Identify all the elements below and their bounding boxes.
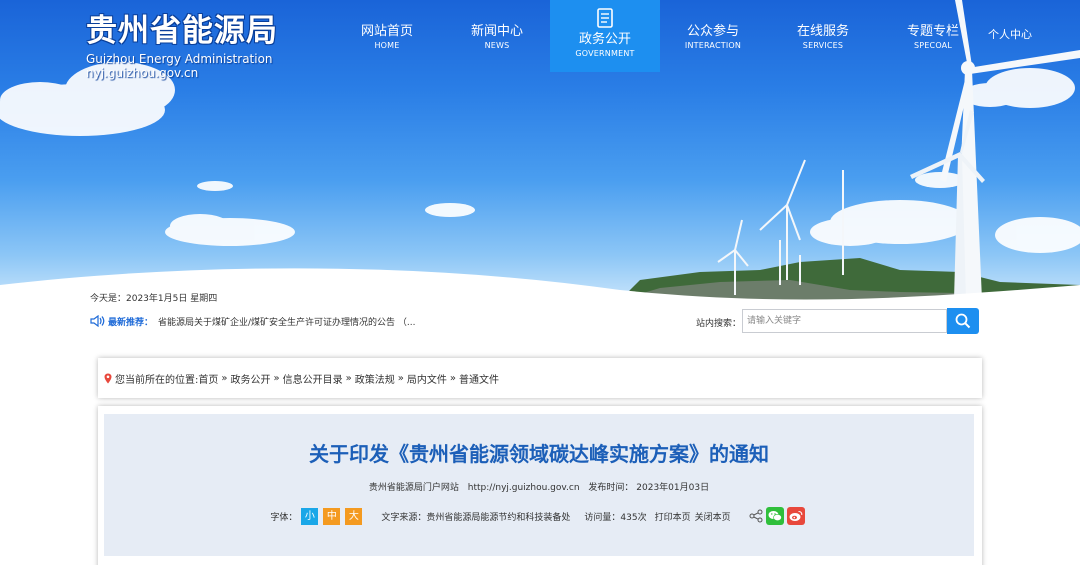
breadcrumb-home[interactable]: 首页 — [198, 371, 218, 386]
print-page-link[interactable]: 打印本页 — [655, 510, 691, 523]
speaker-icon — [90, 315, 105, 327]
publisher: 贵州省能源局门户网站 — [368, 483, 459, 493]
latest-recommend: 最新推荐： 省能源局关于煤矿企业/煤矿安全生产许可证办理情况的公告 （... — [90, 313, 416, 329]
font-size-label: 字体： — [270, 512, 298, 523]
article-source: 文字来源：贵州省能源局能源节约和科技装备处 — [381, 512, 571, 523]
today-date: 今天是：2023年1月5日 星期四 — [90, 294, 218, 304]
breadcrumb-info-catalog[interactable]: 信息公开目录 — [283, 371, 343, 386]
article-tools: 字体： 小 中 大 文字来源：贵州省能源局能源节约和科技装备处 访问量：435次… — [104, 506, 974, 526]
font-medium-button[interactable]: 中 — [323, 507, 341, 525]
nav-item-services[interactable]: 在线服务 SERVICES — [768, 0, 878, 72]
search-button[interactable] — [947, 308, 979, 334]
breadcrumb-separator: » — [449, 372, 456, 384]
main-nav: 网站首页 HOME 新闻中心 NEWS 政务公开 GOVERNMENT 公众参与… — [0, 0, 1080, 72]
personal-center-link[interactable]: 个人中心 — [988, 26, 1032, 42]
breadcrumb-internal-docs[interactable]: 局内文件 — [407, 371, 447, 386]
nav-label-cn: 在线服务 — [796, 24, 849, 39]
nav-label-en: INTERACTION — [684, 41, 742, 50]
nav-item-special[interactable]: 专题专栏 SPECOAL — [878, 0, 988, 72]
recommend-link[interactable]: 省能源局关于煤矿企业/煤矿安全生产许可证办理情况的公告 （... — [158, 315, 415, 328]
wechat-icon — [768, 511, 782, 522]
breadcrumb-policy[interactable]: 政策法规 — [355, 371, 395, 386]
nav-label-en: SERVICES — [802, 41, 844, 50]
breadcrumb-separator: » — [221, 372, 228, 384]
weibo-share-button[interactable] — [786, 507, 805, 525]
article-title: 关于印发《贵州省能源领域碳达峰实施方案》的通知 — [309, 442, 769, 466]
location-pin-icon — [104, 373, 112, 383]
publisher-url: http://nyj.guizhou.gov.cn — [467, 483, 580, 493]
article-publish-info: 贵州省能源局门户网站 http://nyj.guizhou.gov.cn 发布时… — [104, 480, 974, 493]
search-label: 站内搜索： — [696, 319, 742, 329]
breadcrumb-separator: » — [345, 372, 352, 384]
document-icon — [597, 8, 613, 28]
breadcrumb-separator: » — [397, 372, 404, 384]
breadcrumb: 您当前所在的位置: 首页 » 政务公开 » 信息公开目录 » 政策法规 » 局内… — [98, 358, 982, 398]
font-large-button[interactable]: 大 — [345, 507, 363, 525]
visit-count: 访问量：435次 — [584, 512, 647, 523]
nav-label-cn: 政务公开 — [578, 32, 631, 47]
article-header: 关于印发《贵州省能源领域碳达峰实施方案》的通知 贵州省能源局门户网站 http:… — [104, 414, 974, 556]
nav-label-cn: 专题专栏 — [906, 24, 959, 39]
share-icon[interactable] — [749, 509, 763, 523]
nav-label-en: GOVERNMENT — [575, 49, 635, 58]
nav-label-en: SPECOAL — [913, 41, 953, 50]
nav-label-en: HOME — [374, 41, 400, 50]
nav-label-cn: 新闻中心 — [470, 24, 523, 39]
search-input[interactable] — [742, 309, 947, 333]
breadcrumb-general-docs[interactable]: 普通文件 — [459, 371, 499, 386]
wechat-share-button[interactable] — [765, 507, 784, 525]
close-page-link[interactable]: 关闭本页 — [695, 510, 731, 523]
nav-label-cn: 网站首页 — [360, 24, 413, 39]
weibo-icon — [789, 511, 802, 521]
recommend-label: 最新推荐： — [108, 317, 154, 328]
font-small-button[interactable]: 小 — [301, 507, 319, 525]
breadcrumb-government[interactable]: 政务公开 — [231, 371, 271, 386]
article-container: 关于印发《贵州省能源领域碳达峰实施方案》的通知 贵州省能源局门户网站 http:… — [98, 406, 982, 565]
nav-item-home[interactable]: 网站首页 HOME — [332, 0, 442, 72]
breadcrumb-separator: » — [273, 372, 280, 384]
nav-label-en: NEWS — [484, 41, 510, 50]
breadcrumb-prefix: 您当前所在的位置: — [115, 374, 199, 386]
nav-item-news[interactable]: 新闻中心 NEWS — [442, 0, 552, 72]
nav-item-interaction[interactable]: 公众参与 INTERACTION — [658, 0, 768, 72]
header-banner: 贵州省能源局 Guizhou Energy Administration nyj… — [0, 0, 1080, 300]
search-icon — [955, 313, 971, 329]
nav-item-government[interactable]: 政务公开 GOVERNMENT — [550, 0, 660, 72]
nav-label-cn: 公众参与 — [686, 24, 739, 39]
publish-date: 发布时间： 2023年01月03日 — [588, 483, 710, 493]
